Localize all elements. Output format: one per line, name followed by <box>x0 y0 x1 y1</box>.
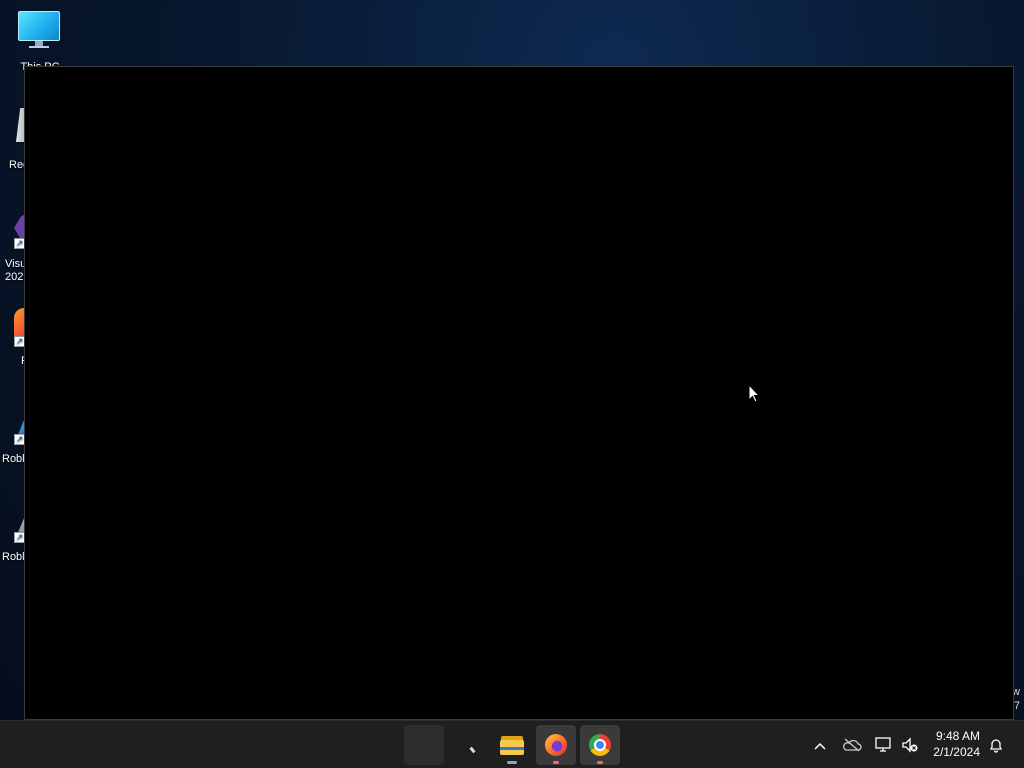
desktop-watermark-text: 7 <box>1013 700 1020 712</box>
mouse-pointer-icon <box>748 384 760 403</box>
chrome-icon <box>589 734 611 756</box>
taskbar-app-firefox[interactable] <box>536 725 576 765</box>
clock-date: 2/1/2024 <box>933 745 980 759</box>
monitor-icon <box>18 11 60 41</box>
taskbar-app-pen[interactable] <box>448 725 488 765</box>
firefox-icon <box>545 734 567 756</box>
taskbar-app-blank[interactable] <box>404 725 444 765</box>
black-app-window[interactable] <box>24 66 1014 720</box>
taskbar-app-chrome[interactable] <box>580 725 620 765</box>
network-icon[interactable] <box>874 735 894 755</box>
system-clock[interactable]: 9:48 AM 2/1/2024 <box>933 728 980 760</box>
taskbar-app-file-explorer[interactable] <box>492 725 532 765</box>
desktop-icon-label-line2: 202 <box>5 271 24 283</box>
volume-muted-icon[interactable] <box>900 735 920 755</box>
clock-time: 9:48 AM <box>935 729 980 743</box>
pen-icon <box>469 746 476 754</box>
desktop-icon-label: Robl <box>2 551 25 563</box>
onedrive-offline-icon[interactable] <box>842 735 862 755</box>
desktop-icon-label: Robl <box>2 453 25 465</box>
show-hidden-icons-chevron-icon[interactable] <box>810 735 830 755</box>
taskbar: 9:48 AM 2/1/2024 <box>0 720 1024 768</box>
notification-bell-icon[interactable] <box>986 735 1006 755</box>
